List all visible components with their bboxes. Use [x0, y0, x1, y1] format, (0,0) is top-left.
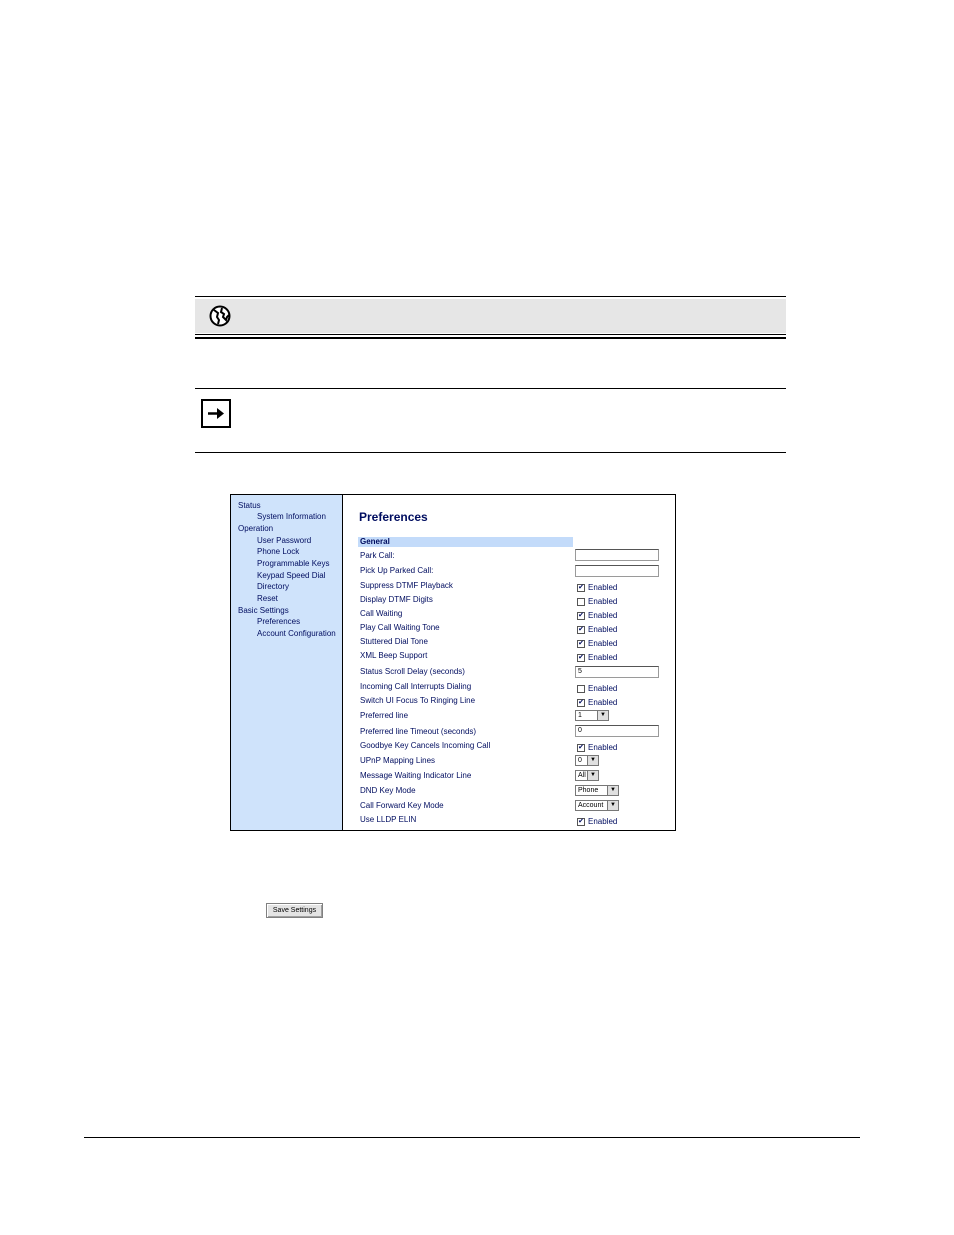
checkbox-text: Enabled	[588, 743, 618, 752]
divider	[195, 334, 786, 335]
chevron-down-icon[interactable]: ▼	[587, 771, 598, 780]
select-value: 1	[578, 712, 582, 719]
preferences-screenshot: Status System Information Operation User…	[230, 494, 676, 831]
checkbox-text: Enabled	[588, 583, 618, 592]
checkbox-text: Enabled	[588, 625, 618, 634]
display-dtmf-checkbox[interactable]: Enabled	[577, 597, 617, 606]
sidebar-item-account-configuration[interactable]: Account Configuration	[257, 629, 336, 639]
select-value: Phone	[578, 787, 599, 794]
page-title: Preferences	[359, 510, 428, 524]
save-settings-button[interactable]: Save Settings	[266, 903, 323, 918]
sidebar-item-system-information[interactable]: System Information	[257, 512, 326, 522]
checkbox-text: Enabled	[588, 698, 618, 707]
call-waiting-label: Call Waiting	[360, 609, 403, 618]
dnd-key-mode-select[interactable]: Phone ▼	[575, 785, 619, 796]
sidebar-item-directory[interactable]: Directory	[257, 582, 289, 592]
switch-ui-focus-label: Switch UI Focus To Ringing Line	[360, 696, 476, 705]
preferred-line-label: Preferred line	[360, 711, 409, 720]
incoming-call-interrupts-label: Incoming Call Interrupts Dialing	[360, 682, 472, 691]
pick-up-parked-call-label: Pick Up Parked Call:	[360, 566, 434, 575]
stuttered-dial-tone-checkbox[interactable]: ✔ Enabled	[577, 639, 617, 648]
checkbox-box[interactable]: ✔	[577, 698, 585, 707]
sidebar-section-operation[interactable]: Operation	[238, 524, 273, 534]
checkbox-box[interactable]: ✔	[577, 817, 585, 826]
switch-ui-focus-checkbox[interactable]: ✔ Enabled	[577, 698, 617, 707]
goodbye-key-cancels-label: Goodbye Key Cancels Incoming Call	[360, 741, 491, 750]
sidebar-item-phone-lock[interactable]: Phone Lock	[257, 547, 299, 557]
sidebar-item-keypad-speed-dial[interactable]: Keypad Speed Dial	[257, 571, 326, 581]
footer-divider	[84, 1137, 860, 1138]
status-scroll-delay-label: Status Scroll Delay (seconds)	[360, 667, 465, 676]
arrow-right-icon	[201, 399, 231, 428]
preferred-line-timeout-label: Preferred line Timeout (seconds)	[360, 727, 477, 736]
divider	[195, 452, 786, 453]
stuttered-dial-tone-label: Stuttered Dial Tone	[360, 637, 428, 646]
select-value: Account	[578, 802, 604, 809]
park-call-label: Park Call:	[360, 551, 395, 560]
use-lldp-elin-label: Use LLDP ELIN	[360, 815, 417, 824]
select-value: 0	[578, 757, 582, 764]
checkbox-text: Enabled	[588, 611, 618, 620]
display-dtmf-label: Display DTMF Digits	[360, 595, 433, 604]
pick-up-parked-call-input[interactable]	[575, 565, 659, 577]
checkbox-box[interactable]: ✔	[577, 611, 585, 620]
divider	[195, 337, 786, 339]
sidebar-section-basic-settings[interactable]: Basic Settings	[238, 606, 289, 616]
upnp-mapping-lines-label: UPnP Mapping Lines	[360, 756, 436, 765]
chevron-down-icon[interactable]: ▼	[607, 801, 618, 810]
chevron-down-icon[interactable]: ▼	[607, 786, 618, 795]
checkbox-box[interactable]: ✔	[577, 583, 585, 592]
dnd-key-mode-label: DND Key Mode	[360, 786, 416, 795]
call-forward-key-mode-select[interactable]: Account ▼	[575, 800, 619, 811]
call-forward-key-mode-label: Call Forward Key Mode	[360, 801, 444, 810]
checkbox-box[interactable]: ✔	[577, 653, 585, 662]
divider	[195, 296, 786, 297]
globe-icon	[209, 305, 231, 327]
mwi-line-label: Message Waiting Indicator Line	[360, 771, 472, 780]
mwi-line-select[interactable]: All ▼	[575, 770, 599, 781]
note-callout	[195, 388, 786, 454]
checkbox-box[interactable]: ✔	[577, 639, 585, 648]
checkbox-box[interactable]	[577, 684, 585, 693]
play-call-waiting-tone-checkbox[interactable]: ✔ Enabled	[577, 625, 617, 634]
checkbox-text: Enabled	[588, 653, 618, 662]
chevron-down-icon[interactable]: ▼	[597, 711, 608, 720]
checkbox-box[interactable]: ✔	[577, 625, 585, 634]
section-header-general: General	[358, 537, 573, 547]
sidebar-item-reset[interactable]: Reset	[257, 594, 278, 604]
park-call-input[interactable]	[575, 549, 659, 561]
use-lldp-elin-checkbox[interactable]: ✔ Enabled	[577, 817, 617, 826]
sidebar-item-preferences[interactable]: Preferences	[257, 617, 300, 627]
checkbox-box[interactable]	[577, 597, 585, 606]
callout-fill	[195, 299, 786, 333]
sidebar-nav: Status System Information Operation User…	[231, 495, 343, 830]
status-scroll-delay-input[interactable]: 5	[575, 666, 659, 678]
suppress-dtmf-label: Suppress DTMF Playback	[360, 581, 453, 590]
preferences-panel: Preferences General Park Call: Pick Up P…	[343, 495, 675, 830]
call-waiting-checkbox[interactable]: ✔ Enabled	[577, 611, 617, 620]
sidebar-section-status[interactable]: Status	[238, 501, 261, 511]
checkbox-text: Enabled	[588, 597, 618, 606]
checkbox-text: Enabled	[588, 684, 618, 693]
divider	[195, 388, 786, 389]
preferred-line-select[interactable]: 1 ▼	[575, 710, 609, 721]
incoming-call-interrupts-checkbox[interactable]: Enabled	[577, 684, 617, 693]
select-value: All	[578, 772, 586, 779]
chevron-down-icon[interactable]: ▼	[587, 756, 598, 765]
xml-beep-support-label: XML Beep Support	[360, 651, 428, 660]
xml-beep-support-checkbox[interactable]: ✔ Enabled	[577, 653, 617, 662]
checkbox-box[interactable]: ✔	[577, 743, 585, 752]
play-call-waiting-tone-label: Play Call Waiting Tone	[360, 623, 440, 632]
web-ui-callout	[195, 296, 786, 342]
goodbye-key-cancels-checkbox[interactable]: ✔ Enabled	[577, 743, 617, 752]
upnp-mapping-lines-select[interactable]: 0 ▼	[575, 755, 599, 766]
sidebar-item-programmable-keys[interactable]: Programmable Keys	[257, 559, 329, 569]
preferred-line-timeout-input[interactable]: 0	[575, 725, 659, 737]
checkbox-text: Enabled	[588, 817, 618, 826]
checkbox-text: Enabled	[588, 639, 618, 648]
suppress-dtmf-checkbox[interactable]: ✔ Enabled	[577, 583, 617, 592]
sidebar-item-user-password[interactable]: User Password	[257, 536, 311, 546]
